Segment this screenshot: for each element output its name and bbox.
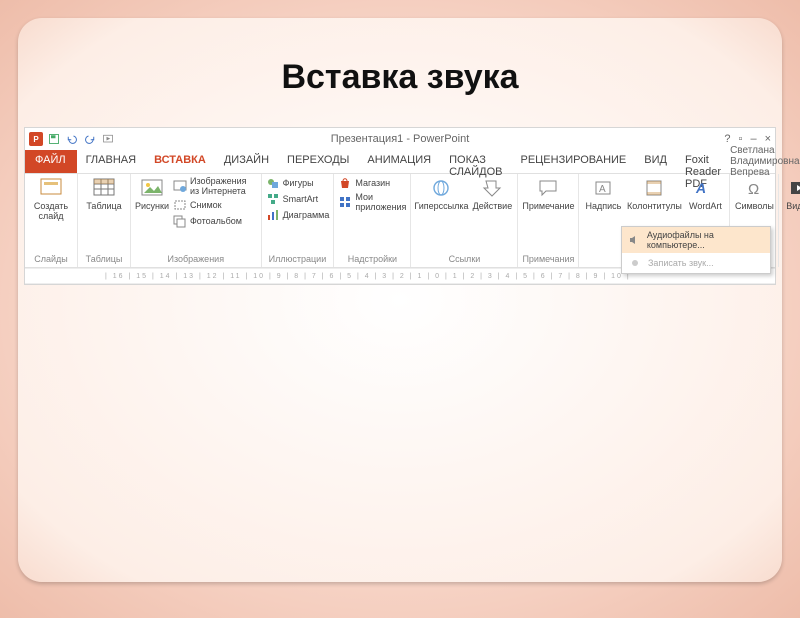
app-icon: P — [29, 132, 43, 146]
table-icon — [90, 176, 118, 200]
group-media: Видео Звук Запись экрана — [779, 174, 800, 267]
tab-animation[interactable]: АНИМАЦИЯ — [358, 150, 440, 173]
store-icon — [338, 176, 352, 190]
video-icon — [785, 176, 800, 200]
photo-album-button[interactable]: Фотоальбом — [173, 214, 257, 228]
powerpoint-window: P Презентация1 - PowerPoint ? ▫ – — [24, 127, 776, 285]
group-comments: Примечание Примечания — [518, 174, 579, 267]
new-slide-button[interactable]: Создать слайд — [29, 176, 73, 222]
slide-title: Вставка звука — [18, 58, 782, 97]
window-controls: ? ▫ – × — [724, 133, 771, 145]
pictures-icon — [138, 176, 166, 200]
chart-icon — [266, 208, 280, 222]
tab-design[interactable]: ДИЗАЙН — [215, 150, 278, 173]
quick-access-toolbar: P — [29, 132, 115, 146]
tab-slideshow[interactable]: ПОКАЗ СЛАЙДОВ — [440, 150, 511, 173]
tab-foxit[interactable]: Foxit Reader PDF — [676, 150, 730, 173]
chart-button[interactable]: Диаграмма — [266, 208, 330, 222]
tab-transitions[interactable]: ПЕРЕХОДЫ — [278, 150, 358, 173]
group-slides: Создать слайд Слайды — [25, 174, 78, 267]
myapps-button[interactable]: Мои приложения — [338, 192, 406, 212]
video-button[interactable]: Видео — [783, 176, 800, 212]
slide-card: Вставка звука P Презентация1 - PowerPoin… — [18, 18, 782, 582]
audio-dropdown: Аудиофайлы на компьютере... Записать зву… — [621, 226, 771, 274]
online-pictures-icon — [173, 179, 187, 193]
store-button[interactable]: Магазин — [338, 176, 406, 190]
group-addins: Магазин Мои приложения Надстройки — [334, 174, 411, 267]
smartart-icon — [266, 192, 280, 206]
svg-text:A: A — [599, 184, 606, 195]
shapes-icon — [266, 176, 280, 190]
redo-icon[interactable] — [83, 132, 97, 146]
audio-from-file-item[interactable]: Аудиофайлы на компьютере... — [622, 227, 770, 253]
file-tab[interactable]: ФАЙЛ — [25, 150, 77, 173]
tab-view[interactable]: ВИД — [635, 150, 676, 173]
screenshot-icon — [173, 198, 187, 212]
speaker-icon — [628, 233, 641, 247]
hyperlink-button[interactable]: Гиперссылка — [415, 176, 467, 212]
start-slideshow-icon[interactable] — [101, 132, 115, 146]
comment-button[interactable]: Примечание — [522, 176, 574, 212]
textbox-button[interactable]: A Надпись — [583, 176, 623, 212]
wordart-button[interactable]: A WordArt — [685, 176, 725, 212]
tab-insert[interactable]: ВСТАВКА — [145, 150, 215, 173]
action-button[interactable]: Действие — [471, 176, 513, 212]
group-illustrations: Фигуры SmartArt Диаграмма Иллюстрации — [262, 174, 335, 267]
minimize-icon[interactable]: – — [750, 133, 756, 145]
table-button[interactable]: Таблица — [82, 176, 126, 212]
headerfooter-button[interactable]: Колонтитулы — [627, 176, 681, 212]
screenshot-button[interactable]: Снимок — [173, 198, 257, 212]
comment-icon — [534, 176, 562, 200]
ribbon-tabs: ФАЙЛ ГЛАВНАЯ ВСТАВКА ДИЗАЙН ПЕРЕХОДЫ АНИ… — [25, 150, 775, 174]
wordart-icon: A — [691, 176, 719, 200]
online-pictures-button[interactable]: Изображения из Интернета — [173, 176, 257, 196]
tab-home[interactable]: ГЛАВНАЯ — [77, 150, 145, 173]
help-icon[interactable]: ? — [724, 133, 730, 145]
tab-review[interactable]: РЕЦЕНЗИРОВАНИЕ — [511, 150, 635, 173]
save-icon[interactable] — [47, 132, 61, 146]
svg-text:A: A — [695, 180, 708, 196]
group-tables: Таблица Таблицы — [78, 174, 131, 267]
group-links: Гиперссылка Действие Ссылки — [411, 174, 518, 267]
myapps-icon — [338, 195, 352, 209]
ribbon-display-icon[interactable]: ▫ — [739, 133, 743, 145]
pictures-button[interactable]: Рисунки — [135, 176, 169, 212]
hyperlink-icon — [427, 176, 455, 200]
title-bar: P Презентация1 - PowerPoint ? ▫ – — [25, 128, 775, 150]
symbol-icon: Ω — [740, 176, 768, 200]
smartart-button[interactable]: SmartArt — [266, 192, 330, 206]
record-audio-item[interactable]: Записать звук... — [622, 253, 770, 273]
group-images: Рисунки Изображения из Интернета Снимок — [131, 174, 262, 267]
undo-icon[interactable] — [65, 132, 79, 146]
window-title: Презентация1 - PowerPoint — [25, 133, 775, 145]
svg-text:Ω: Ω — [748, 181, 759, 198]
shapes-button[interactable]: Фигуры — [266, 176, 330, 190]
headerfooter-icon — [640, 176, 668, 200]
symbol-button[interactable]: Ω Символы — [734, 176, 774, 212]
close-icon[interactable]: × — [765, 133, 771, 145]
album-icon — [173, 214, 187, 228]
user-account[interactable]: Светлана Владимировна Вепрева — [730, 150, 800, 173]
textbox-icon: A — [589, 176, 617, 200]
record-icon — [628, 256, 642, 270]
new-slide-icon — [37, 176, 65, 200]
action-icon — [478, 176, 506, 200]
